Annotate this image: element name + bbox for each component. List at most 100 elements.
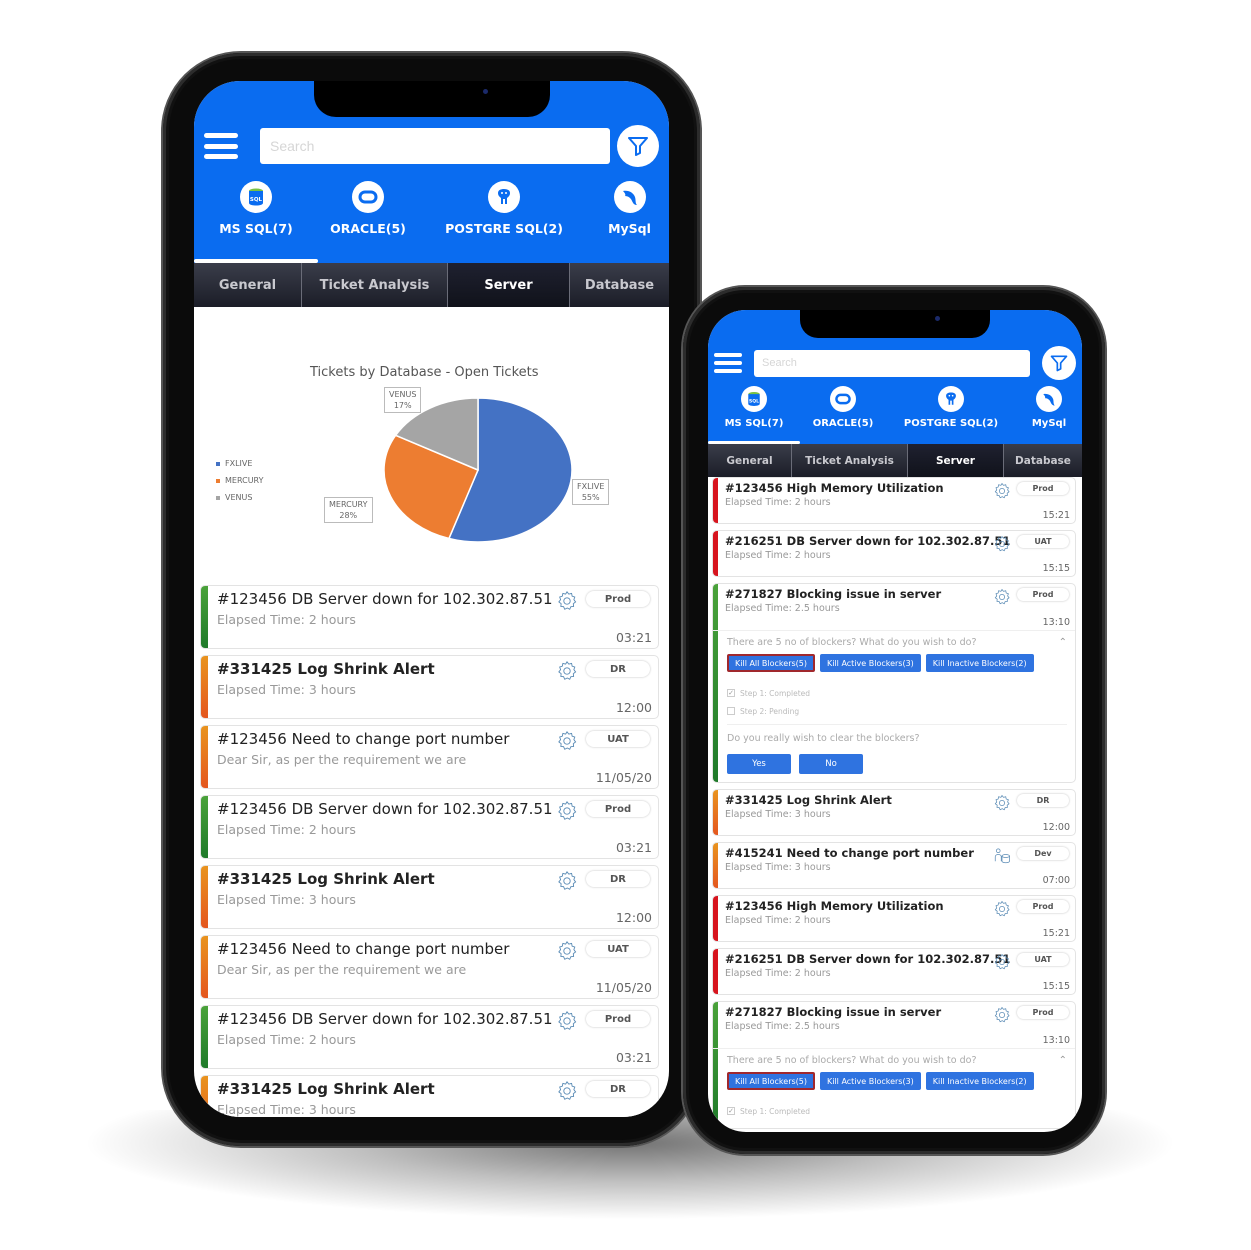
- environment-badge: Prod: [1017, 482, 1069, 495]
- kill-active-blockers-button[interactable]: Kill Active Blockers(3): [819, 654, 921, 672]
- search-input[interactable]: [754, 349, 1030, 377]
- db-tab-mysql[interactable]: MySql: [1016, 386, 1082, 444]
- ticket-card[interactable]: #123456 Need to change port number Dear S…: [200, 725, 659, 789]
- ticket-subtitle: Elapsed Time: 2.5 hours: [725, 1021, 840, 1032]
- db-tab-mssql[interactable]: SQL MS SQL(7): [708, 386, 800, 444]
- tab-ticket-analysis[interactable]: Ticket Analysis: [302, 263, 448, 307]
- ticket-card[interactable]: #123456 High Memory Utilization Elapsed T…: [712, 477, 1076, 524]
- ticket-time: 03:21: [615, 1050, 652, 1065]
- legend-item-mercury: MERCURY: [216, 472, 264, 489]
- funnel-icon: [628, 137, 648, 156]
- data-label-value: 55%: [581, 493, 600, 502]
- db-tab-oracle[interactable]: ORACLE(5): [800, 386, 886, 444]
- ticket-subtitle: Elapsed Time: 2 hours: [725, 497, 831, 508]
- ticket-card[interactable]: #331425 Log Shrink Alert Elapsed Time: 3 …: [200, 1075, 659, 1117]
- data-label-value: 17%: [393, 401, 412, 410]
- gear-icon: [556, 590, 578, 612]
- ticket-title: #216251 DB Server down for 102.302.87.51: [725, 534, 1011, 548]
- phone-small-screen: SQL MS SQL(7) ORACLE(5) POSTGRE SQL(2) M…: [708, 310, 1082, 1132]
- ticket-card-expanded[interactable]: #271827 Blocking issue in server Elapsed …: [712, 583, 1076, 783]
- gear-icon: [556, 940, 578, 962]
- tab-general[interactable]: General: [708, 444, 792, 477]
- kill-inactive-blockers-button[interactable]: Kill Inactive Blockers(2): [925, 654, 1034, 672]
- postgresql-elephant-icon: [938, 386, 964, 412]
- ticket-title: #123456 DB Server down for 102.302.87.51: [217, 590, 553, 608]
- ticket-time: 11/05/20: [595, 980, 652, 995]
- ticket-card[interactable]: #123456 Need to change port number Dear S…: [200, 935, 659, 999]
- data-label-name: MERCURY: [329, 500, 368, 509]
- legend-swatch: [216, 495, 220, 500]
- ticket-card[interactable]: #123456 High Memory Utilization Elapsed T…: [712, 895, 1076, 942]
- ticket-card-expanded[interactable]: #271827 Blocking issue in server Elapsed …: [712, 1001, 1076, 1129]
- ticket-card[interactable]: #123456 DB Server down for 102.302.87.51…: [200, 795, 659, 859]
- tab-server[interactable]: Server: [448, 263, 570, 307]
- yes-button[interactable]: Yes: [727, 754, 791, 774]
- db-tab-postgresql[interactable]: POSTGRE SQL(2): [418, 181, 590, 263]
- ticket-subtitle: Elapsed Time: 3 hours: [217, 682, 356, 697]
- ticket-time: 12:00: [1042, 822, 1070, 833]
- environment-badge: DR: [586, 871, 650, 887]
- gear-icon: [993, 1006, 1011, 1024]
- kill-all-blockers-button[interactable]: Kill All Blockers(5): [727, 1072, 815, 1090]
- mysql-dolphin-icon: [1036, 386, 1062, 412]
- checkbox-checked[interactable]: ✓: [727, 1107, 735, 1115]
- checkbox-checked[interactable]: ✓: [727, 689, 735, 697]
- ticket-card[interactable]: #216251 DB Server down for 102.302.87.51…: [712, 530, 1076, 577]
- no-button[interactable]: No: [799, 754, 863, 774]
- chevron-up-icon[interactable]: ⌃: [1059, 1055, 1067, 1066]
- ticket-title: #123456 Need to change port number: [217, 940, 510, 958]
- database-tabs: SQL MS SQL(7) ORACLE(5) POSTGRE SQL(2) M…: [708, 386, 1082, 444]
- oracle-icon: [830, 386, 856, 412]
- step-item: Step 2: Pending: [727, 702, 1067, 720]
- legend-label: MERCURY: [225, 476, 264, 485]
- data-label-name: VENUS: [389, 390, 417, 399]
- hamburger-icon[interactable]: [204, 133, 238, 159]
- ticket-card[interactable]: #216251 DB Server down for 102.302.87.51…: [712, 948, 1076, 995]
- ticket-time: 07:00: [1042, 875, 1070, 886]
- db-tab-oracle[interactable]: ORACLE(5): [318, 181, 418, 263]
- mssql-icon: SQL: [240, 181, 272, 213]
- gear-icon: [556, 660, 578, 682]
- ticket-title: #331425 Log Shrink Alert: [217, 870, 435, 888]
- tab-database[interactable]: Database: [1004, 444, 1082, 477]
- ticket-card[interactable]: #331425 Log Shrink Alert Elapsed Time: 3 …: [712, 789, 1076, 836]
- ticket-title: #123456 DB Server down for 102.302.87.51: [217, 1010, 553, 1028]
- ticket-card[interactable]: #331425 Log Shrink Alert Elapsed Time: 3 …: [200, 865, 659, 929]
- kill-active-blockers-button[interactable]: Kill Active Blockers(3): [819, 1072, 921, 1090]
- db-tab-mssql[interactable]: SQL MS SQL(7): [194, 181, 318, 263]
- ticket-list: #123456 DB Server down for 102.302.87.51…: [194, 577, 669, 1117]
- gear-icon: [556, 1080, 578, 1102]
- ticket-time: 03:21: [615, 630, 652, 645]
- filter-button[interactable]: [617, 125, 659, 167]
- user-database-icon: [993, 847, 1011, 865]
- ticket-card[interactable]: #415241 Need to change port number Elapse…: [712, 842, 1076, 889]
- checkbox-unchecked[interactable]: [727, 707, 735, 715]
- tab-general[interactable]: General: [194, 263, 302, 307]
- hamburger-icon[interactable]: [714, 353, 742, 373]
- db-tab-mysql[interactable]: MySql: [590, 181, 669, 263]
- filter-button[interactable]: [1042, 346, 1076, 380]
- ticket-card[interactable]: #123456 DB Server down for 102.302.87.51…: [200, 585, 659, 649]
- chevron-up-icon[interactable]: ⌃: [1059, 637, 1067, 648]
- blocker-panel: There are 5 no of blockers? What do you …: [713, 631, 1075, 782]
- database-tabs: SQL MS SQL(7) ORACLE(5) POSTGRE SQL(2) M…: [194, 181, 669, 263]
- pie-svg: [383, 397, 573, 543]
- section-tabs: General Ticket Analysis Server Database: [194, 263, 669, 307]
- data-label-venus: VENUS 17%: [384, 387, 422, 413]
- confirm-question: Do you really wish to clear the blockers…: [727, 724, 1067, 744]
- db-tab-postgresql[interactable]: POSTGRE SQL(2): [886, 386, 1016, 444]
- ticket-title: #331425 Log Shrink Alert: [217, 660, 435, 678]
- environment-badge: DR: [1017, 794, 1069, 807]
- kill-all-blockers-button[interactable]: Kill All Blockers(5): [727, 654, 815, 672]
- db-tab-label: MS SQL(7): [219, 221, 293, 236]
- ticket-card[interactable]: #123456 DB Server down for 102.302.87.51…: [200, 1005, 659, 1069]
- tab-ticket-analysis[interactable]: Ticket Analysis: [792, 444, 908, 477]
- question-text: There are 5 no of blockers? What do you …: [727, 637, 977, 648]
- kill-inactive-blockers-button[interactable]: Kill Inactive Blockers(2): [925, 1072, 1034, 1090]
- ticket-time: 03:21: [615, 840, 652, 855]
- ticket-card[interactable]: #331425 Log Shrink Alert Elapsed Time: 3 …: [200, 655, 659, 719]
- tab-database[interactable]: Database: [570, 263, 669, 307]
- step-list: ✓ Step 1: Completed: [727, 1102, 1067, 1120]
- tab-server[interactable]: Server: [908, 444, 1004, 477]
- search-input[interactable]: [260, 128, 610, 164]
